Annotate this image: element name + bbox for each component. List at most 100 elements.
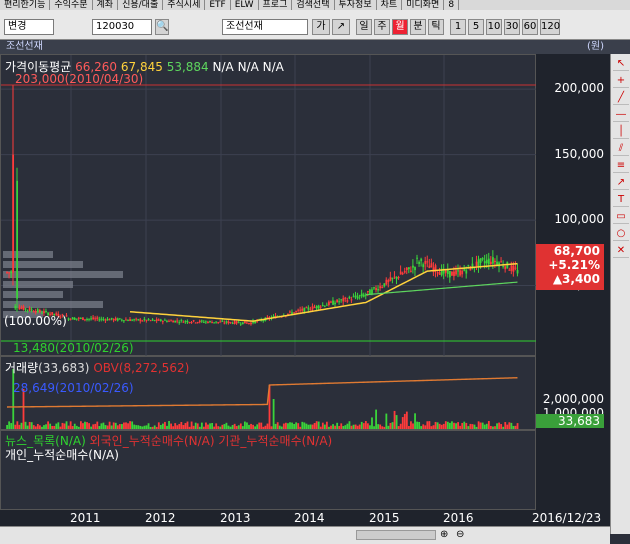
chart-title: 조선선재 (6, 41, 43, 52)
menu-item[interactable]: ELW (231, 0, 259, 10)
candle-body (305, 307, 308, 309)
eraser-icon[interactable]: ✕ (613, 244, 629, 258)
interval-button[interactable]: 120 (540, 19, 560, 35)
volume-bar (104, 425, 107, 429)
arrow-icon[interactable]: ↗ (613, 176, 629, 190)
rectangle-icon[interactable]: ▭ (613, 210, 629, 224)
volume-bar (309, 424, 312, 429)
candle-body (504, 266, 507, 270)
individual-legend: 개인_누적순매수(N/A) (5, 448, 119, 462)
volume-bar (192, 425, 195, 429)
period-button[interactable]: 틱 (428, 19, 444, 35)
candle-body (356, 296, 359, 299)
menu-item[interactable]: 검색선택 (292, 0, 335, 10)
zoom-out-icon[interactable]: ⊖ (456, 529, 464, 540)
volume-bar (14, 424, 17, 429)
volume-bar (178, 423, 181, 429)
volume-bar (512, 425, 515, 429)
scroll-bar[interactable]: ⊕ ⊖ (0, 526, 610, 544)
period-button[interactable]: 월 (392, 19, 408, 35)
menu-item[interactable]: 주식시세 (163, 0, 206, 10)
x-axis-year: 2012 (145, 511, 176, 525)
text-icon[interactable]: T (613, 193, 629, 207)
interval-button[interactable]: 10 (486, 19, 502, 35)
channel-icon[interactable]: ⫽ (613, 142, 629, 156)
candle-body (387, 280, 390, 282)
interval-button[interactable]: 60 (522, 19, 538, 35)
volume-bar (414, 413, 416, 429)
trendline-icon[interactable]: ╱ (613, 91, 629, 105)
volume-bar (133, 424, 136, 429)
volume-bar (18, 424, 21, 429)
period-button[interactable]: 일 (356, 19, 372, 35)
price-chart-area[interactable]: 가격이동평균 66,260 67,845 53,884 N/A N/A N/A … (0, 54, 537, 357)
interval-button[interactable]: 30 (504, 19, 520, 35)
volume-bar (426, 421, 429, 429)
menu-item[interactable]: ETF (205, 0, 231, 10)
candle-body (424, 260, 427, 264)
candle-body (149, 320, 152, 322)
candle-body (213, 322, 216, 324)
volume-bar (32, 425, 35, 429)
volume-bar (69, 421, 72, 429)
volume-legend: 거래량(33,683) OBV(8,272,562) (5, 359, 189, 376)
candle-body (12, 154, 14, 273)
candle-body (508, 269, 511, 271)
interval-button[interactable]: 1 (450, 19, 466, 35)
horizontal-line-icon[interactable]: ― (613, 108, 629, 122)
period-button[interactable]: 분 (410, 19, 426, 35)
volume-bar (186, 421, 189, 429)
chart-title-bar: 조선선재 (원) (0, 40, 630, 54)
volume-y-axis: 2,000,000 1,000,000 33,683 (536, 356, 610, 430)
price-y-tick: 150,000 (554, 146, 604, 161)
volume-bar (47, 421, 49, 429)
volume-bar (278, 425, 281, 429)
circle-icon[interactable]: ○ (613, 227, 629, 241)
candle-body (164, 319, 166, 321)
mode-select[interactable]: 변경 (4, 19, 54, 35)
menu-item[interactable]: 신용/대출 (118, 0, 164, 10)
volume-bar (266, 423, 269, 429)
volume-bar (141, 426, 144, 429)
volume-bar (391, 422, 394, 429)
menu-item[interactable]: 투자정보 (335, 0, 377, 10)
price-button[interactable]: 가 (312, 19, 330, 35)
search-icon[interactable]: 🔍 (155, 19, 169, 35)
period-button[interactable]: 주 (374, 19, 390, 35)
candle-body (436, 272, 439, 274)
scroll-thumb[interactable] (356, 530, 436, 540)
fibonacci-icon[interactable]: ≡ (613, 159, 629, 173)
candle-body (494, 260, 496, 263)
menu-item[interactable]: 수익수분 (50, 0, 93, 10)
candle-body (412, 265, 414, 268)
volume-bar (438, 423, 441, 429)
menu-item[interactable]: 계좌 (93, 0, 119, 10)
investor-panel[interactable]: 뉴스_목록(N/A) 외국인_누적순매수(N/A) 기관_누적순매수(N/A) … (0, 430, 536, 510)
volume-bar (53, 425, 56, 429)
volume-bar (151, 426, 154, 429)
cursor-icon[interactable]: ↖ (613, 57, 629, 71)
zoom-in-icon[interactable]: ⊕ (440, 529, 448, 540)
crosshair-icon[interactable]: + (613, 74, 629, 88)
candle-body (227, 321, 230, 324)
volume-bar (41, 426, 43, 429)
candle-body (297, 309, 300, 311)
stock-code-input[interactable]: 120030 (92, 19, 152, 35)
candle-body (241, 322, 244, 325)
volume-y-tick: 2,000,000 (542, 392, 604, 406)
volume-chart-area[interactable]: 거래량(33,683) OBV(8,272,562) 28,649(2010/0… (0, 356, 536, 430)
menu-item[interactable]: 미디화면 (402, 0, 445, 10)
candle-body (479, 258, 482, 263)
share-button[interactable]: ↗ (332, 19, 350, 35)
menu-item[interactable]: 편리한기능 (0, 0, 51, 10)
interval-button[interactable]: 5 (468, 19, 484, 35)
candle-body (485, 259, 488, 264)
menu-item[interactable]: 프로그 (259, 0, 293, 10)
candle-body (18, 307, 21, 310)
vertical-line-icon[interactable]: │ (613, 125, 629, 139)
last-price: 68,700 (553, 244, 600, 258)
volume-bar (196, 423, 199, 429)
candle-body (502, 266, 505, 268)
menu-item[interactable]: 8 (444, 0, 460, 10)
menu-item[interactable]: 차트 (377, 0, 403, 10)
